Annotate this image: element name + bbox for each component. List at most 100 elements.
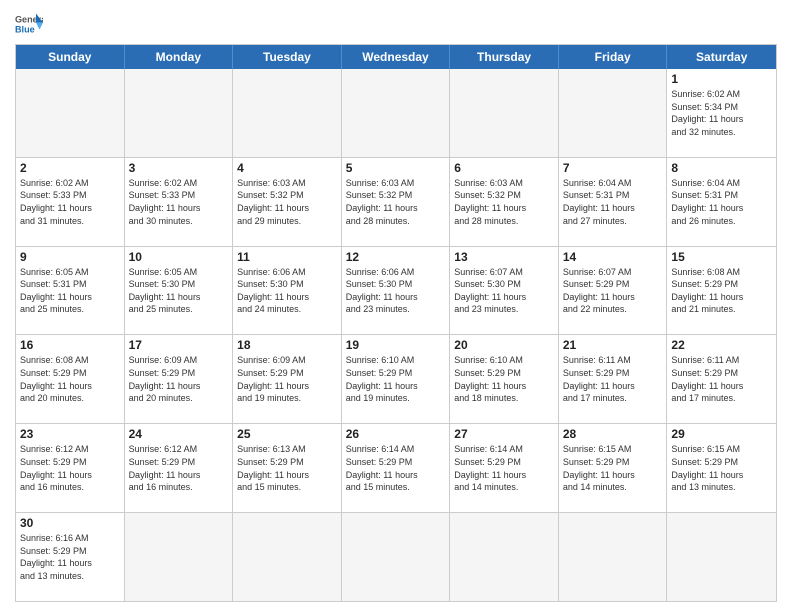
week-row: 9 Sunrise: 6:05 AM Sunset: 5:31 PM Daylig…: [16, 246, 776, 335]
svg-text:Blue: Blue: [15, 24, 35, 34]
day-number: 13: [454, 250, 554, 264]
page: General Blue SundayMondayTuesdayWednesda…: [0, 0, 792, 612]
day-cell: 2 Sunrise: 6:02 AM Sunset: 5:33 PM Daylig…: [16, 158, 125, 246]
day-number: 23: [20, 427, 120, 441]
day-number: 22: [671, 338, 772, 352]
day-number: 21: [563, 338, 663, 352]
day-number: 27: [454, 427, 554, 441]
logo: General Blue: [15, 10, 43, 38]
day-cell: 7Sunrise: 6:04 AM Sunset: 5:31 PM Daylig…: [559, 158, 668, 246]
day-info: Sunrise: 6:05 AM Sunset: 5:31 PM Dayligh…: [20, 266, 120, 316]
day-cell: 6 Sunrise: 6:03 AM Sunset: 5:32 PM Daylig…: [450, 158, 559, 246]
day-info: Sunrise: 6:09 AM Sunset: 5:29 PM Dayligh…: [237, 354, 337, 404]
day-cell: [125, 69, 234, 157]
day-cell: 5Sunrise: 6:03 AM Sunset: 5:32 PM Daylig…: [342, 158, 451, 246]
day-info: Sunrise: 6:12 AM Sunset: 5:29 PM Dayligh…: [129, 443, 229, 493]
header: General Blue: [15, 10, 777, 38]
day-number: 30: [20, 516, 120, 530]
day-cell: 11Sunrise: 6:06 AM Sunset: 5:30 PM Dayli…: [233, 247, 342, 335]
week-row: 1 Sunrise: 6:02 AM Sunset: 5:34 PM Daylig…: [16, 69, 776, 157]
day-cell: 19Sunrise: 6:10 AM Sunset: 5:29 PM Dayli…: [342, 335, 451, 423]
day-number: 29: [671, 427, 772, 441]
day-cell: 27Sunrise: 6:14 AM Sunset: 5:29 PM Dayli…: [450, 424, 559, 512]
day-header: Monday: [125, 45, 234, 69]
week-row: 30 Sunrise: 6:16 AM Sunset: 5:29 PM Dayli…: [16, 512, 776, 601]
week-row: 16Sunrise: 6:08 AM Sunset: 5:29 PM Dayli…: [16, 334, 776, 423]
day-number: 17: [129, 338, 229, 352]
day-info: Sunrise: 6:11 AM Sunset: 5:29 PM Dayligh…: [563, 354, 663, 404]
day-number: 3: [129, 161, 229, 175]
day-number: 10: [129, 250, 229, 264]
day-number: 24: [129, 427, 229, 441]
day-header: Sunday: [16, 45, 125, 69]
day-headers: SundayMondayTuesdayWednesdayThursdayFrid…: [16, 45, 776, 69]
day-info: Sunrise: 6:08 AM Sunset: 5:29 PM Dayligh…: [671, 266, 772, 316]
day-cell: [667, 513, 776, 601]
day-cell: 30 Sunrise: 6:16 AM Sunset: 5:29 PM Dayli…: [16, 513, 125, 601]
day-info: Sunrise: 6:05 AM Sunset: 5:30 PM Dayligh…: [129, 266, 229, 316]
day-cell: [450, 513, 559, 601]
day-info: Sunrise: 6:15 AM Sunset: 5:29 PM Dayligh…: [563, 443, 663, 493]
day-cell: 13Sunrise: 6:07 AM Sunset: 5:30 PM Dayli…: [450, 247, 559, 335]
day-cell: 9 Sunrise: 6:05 AM Sunset: 5:31 PM Daylig…: [16, 247, 125, 335]
day-cell: 10 Sunrise: 6:05 AM Sunset: 5:30 PM Dayli…: [125, 247, 234, 335]
day-info: Sunrise: 6:02 AM Sunset: 5:34 PM Dayligh…: [671, 88, 772, 138]
day-cell: 8 Sunrise: 6:04 AM Sunset: 5:31 PM Daylig…: [667, 158, 776, 246]
day-info: Sunrise: 6:16 AM Sunset: 5:29 PM Dayligh…: [20, 532, 120, 582]
day-cell: [233, 69, 342, 157]
day-number: 15: [671, 250, 772, 264]
day-number: 8: [671, 161, 772, 175]
day-number: 18: [237, 338, 337, 352]
day-cell: 22 Sunrise: 6:11 AM Sunset: 5:29 PM Dayli…: [667, 335, 776, 423]
day-info: Sunrise: 6:13 AM Sunset: 5:29 PM Dayligh…: [237, 443, 337, 493]
day-cell: 14Sunrise: 6:07 AM Sunset: 5:29 PM Dayli…: [559, 247, 668, 335]
day-number: 6: [454, 161, 554, 175]
day-number: 20: [454, 338, 554, 352]
day-number: 19: [346, 338, 446, 352]
day-info: Sunrise: 6:12 AM Sunset: 5:29 PM Dayligh…: [20, 443, 120, 493]
day-info: Sunrise: 6:07 AM Sunset: 5:29 PM Dayligh…: [563, 266, 663, 316]
day-cell: 26Sunrise: 6:14 AM Sunset: 5:29 PM Dayli…: [342, 424, 451, 512]
day-cell: [233, 513, 342, 601]
week-row: 2 Sunrise: 6:02 AM Sunset: 5:33 PM Daylig…: [16, 157, 776, 246]
day-info: Sunrise: 6:15 AM Sunset: 5:29 PM Dayligh…: [671, 443, 772, 493]
day-cell: 16Sunrise: 6:08 AM Sunset: 5:29 PM Dayli…: [16, 335, 125, 423]
week-row: 23 Sunrise: 6:12 AM Sunset: 5:29 PM Dayli…: [16, 423, 776, 512]
day-cell: 17 Sunrise: 6:09 AM Sunset: 5:29 PM Dayli…: [125, 335, 234, 423]
day-info: Sunrise: 6:08 AM Sunset: 5:29 PM Dayligh…: [20, 354, 120, 404]
day-number: 12: [346, 250, 446, 264]
day-number: 26: [346, 427, 446, 441]
weeks: 1 Sunrise: 6:02 AM Sunset: 5:34 PM Daylig…: [16, 69, 776, 601]
logo-icon: General Blue: [15, 10, 43, 38]
calendar: SundayMondayTuesdayWednesdayThursdayFrid…: [15, 44, 777, 602]
day-number: 9: [20, 250, 120, 264]
day-number: 4: [237, 161, 337, 175]
day-info: Sunrise: 6:04 AM Sunset: 5:31 PM Dayligh…: [671, 177, 772, 227]
day-cell: [16, 69, 125, 157]
day-info: Sunrise: 6:03 AM Sunset: 5:32 PM Dayligh…: [454, 177, 554, 227]
day-cell: 15 Sunrise: 6:08 AM Sunset: 5:29 PM Dayli…: [667, 247, 776, 335]
day-header: Tuesday: [233, 45, 342, 69]
day-cell: [342, 69, 451, 157]
day-cell: [125, 513, 234, 601]
day-header: Thursday: [450, 45, 559, 69]
day-header: Wednesday: [342, 45, 451, 69]
day-info: Sunrise: 6:02 AM Sunset: 5:33 PM Dayligh…: [20, 177, 120, 227]
day-info: Sunrise: 6:04 AM Sunset: 5:31 PM Dayligh…: [563, 177, 663, 227]
day-cell: 21 Sunrise: 6:11 AM Sunset: 5:29 PM Dayli…: [559, 335, 668, 423]
day-cell: [559, 513, 668, 601]
day-info: Sunrise: 6:11 AM Sunset: 5:29 PM Dayligh…: [671, 354, 772, 404]
day-number: 5: [346, 161, 446, 175]
day-number: 2: [20, 161, 120, 175]
day-number: 28: [563, 427, 663, 441]
day-info: Sunrise: 6:09 AM Sunset: 5:29 PM Dayligh…: [129, 354, 229, 404]
day-cell: 4Sunrise: 6:03 AM Sunset: 5:32 PM Daylig…: [233, 158, 342, 246]
day-number: 1: [671, 72, 772, 86]
day-info: Sunrise: 6:02 AM Sunset: 5:33 PM Dayligh…: [129, 177, 229, 227]
day-cell: 12Sunrise: 6:06 AM Sunset: 5:30 PM Dayli…: [342, 247, 451, 335]
day-cell: 28 Sunrise: 6:15 AM Sunset: 5:29 PM Dayli…: [559, 424, 668, 512]
day-cell: 24 Sunrise: 6:12 AM Sunset: 5:29 PM Dayli…: [125, 424, 234, 512]
day-cell: 18 Sunrise: 6:09 AM Sunset: 5:29 PM Dayli…: [233, 335, 342, 423]
day-cell: 20Sunrise: 6:10 AM Sunset: 5:29 PM Dayli…: [450, 335, 559, 423]
day-cell: [559, 69, 668, 157]
